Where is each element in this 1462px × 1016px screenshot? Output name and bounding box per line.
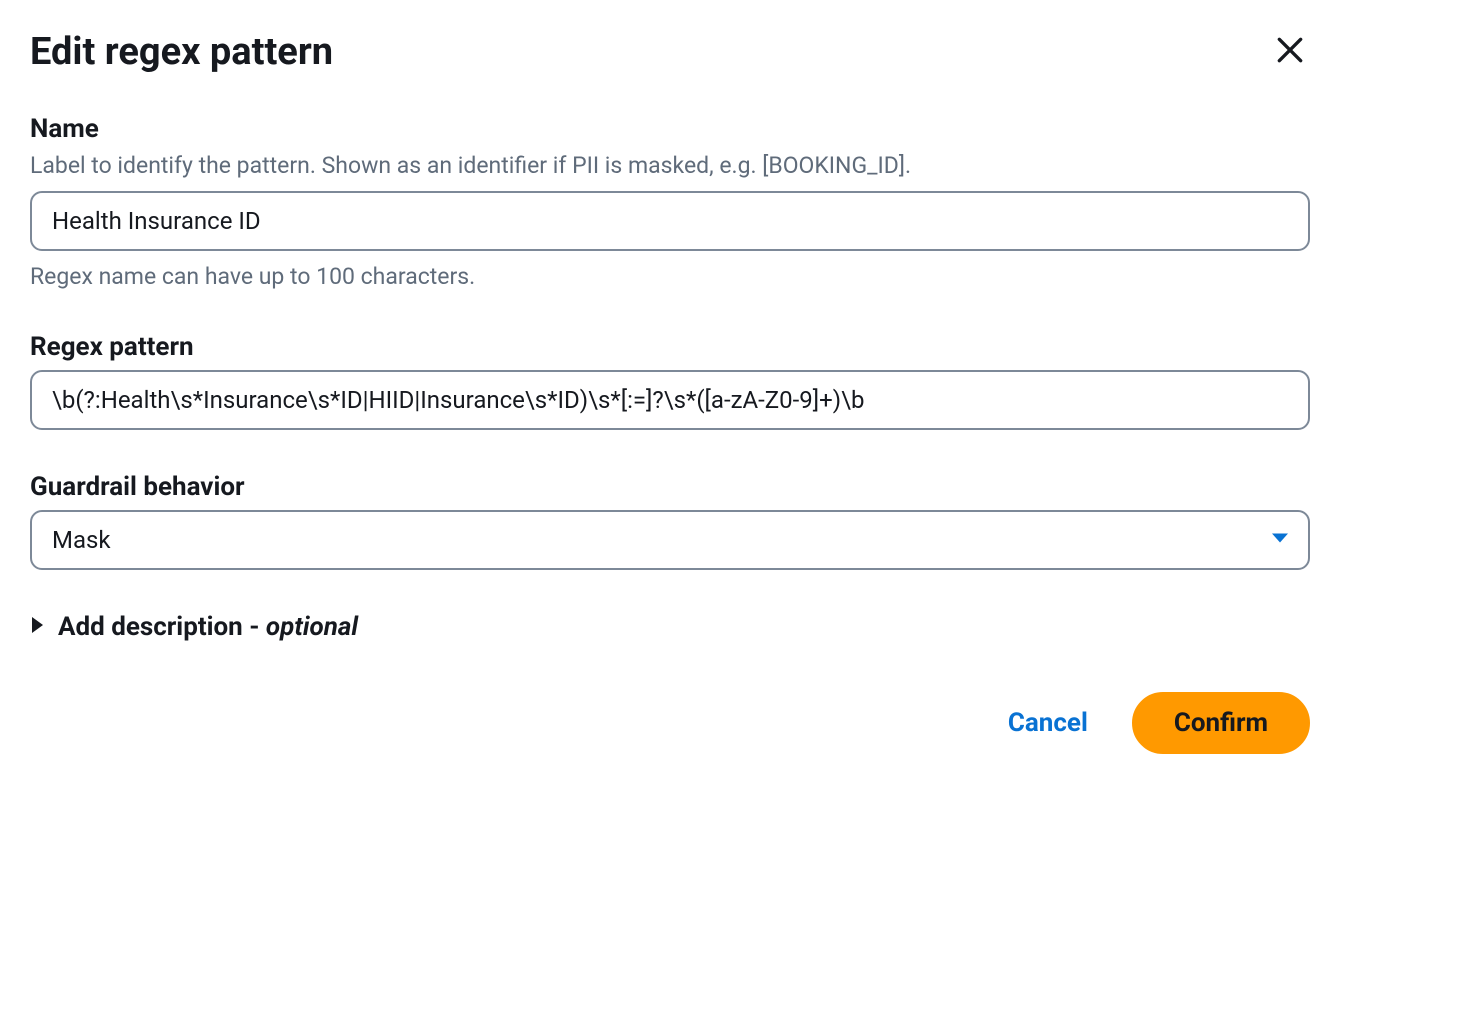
behavior-select-value: Mask — [52, 526, 111, 554]
close-icon — [1274, 34, 1306, 69]
behavior-label: Guardrail behavior — [30, 472, 1310, 502]
dialog-header: Edit regex pattern — [30, 30, 1310, 74]
behavior-select[interactable]: Mask — [30, 510, 1310, 570]
name-input[interactable] — [30, 191, 1310, 251]
add-description-label: Add description - optional — [58, 612, 358, 642]
name-field-group: Name Label to identify the pattern. Show… — [30, 114, 1310, 290]
add-description-toggle[interactable]: Add description - optional — [30, 612, 358, 642]
confirm-button[interactable]: Confirm — [1132, 692, 1310, 754]
regex-label: Regex pattern — [30, 332, 1310, 362]
behavior-select-wrapper: Mask — [30, 510, 1310, 570]
behavior-field-group: Guardrail behavior Mask — [30, 472, 1310, 570]
regex-field-group: Regex pattern — [30, 332, 1310, 430]
close-button[interactable] — [1270, 30, 1310, 73]
name-description: Label to identify the pattern. Shown as … — [30, 152, 1310, 179]
regex-input[interactable] — [30, 370, 1310, 430]
edit-regex-dialog: Edit regex pattern Name Label to identif… — [30, 30, 1310, 754]
name-helper: Regex name can have up to 100 characters… — [30, 263, 1310, 290]
name-label: Name — [30, 114, 1310, 144]
cancel-button[interactable]: Cancel — [1000, 696, 1096, 750]
dialog-title: Edit regex pattern — [30, 30, 333, 74]
caret-right-icon — [30, 615, 46, 639]
dialog-footer: Cancel Confirm — [30, 692, 1310, 754]
